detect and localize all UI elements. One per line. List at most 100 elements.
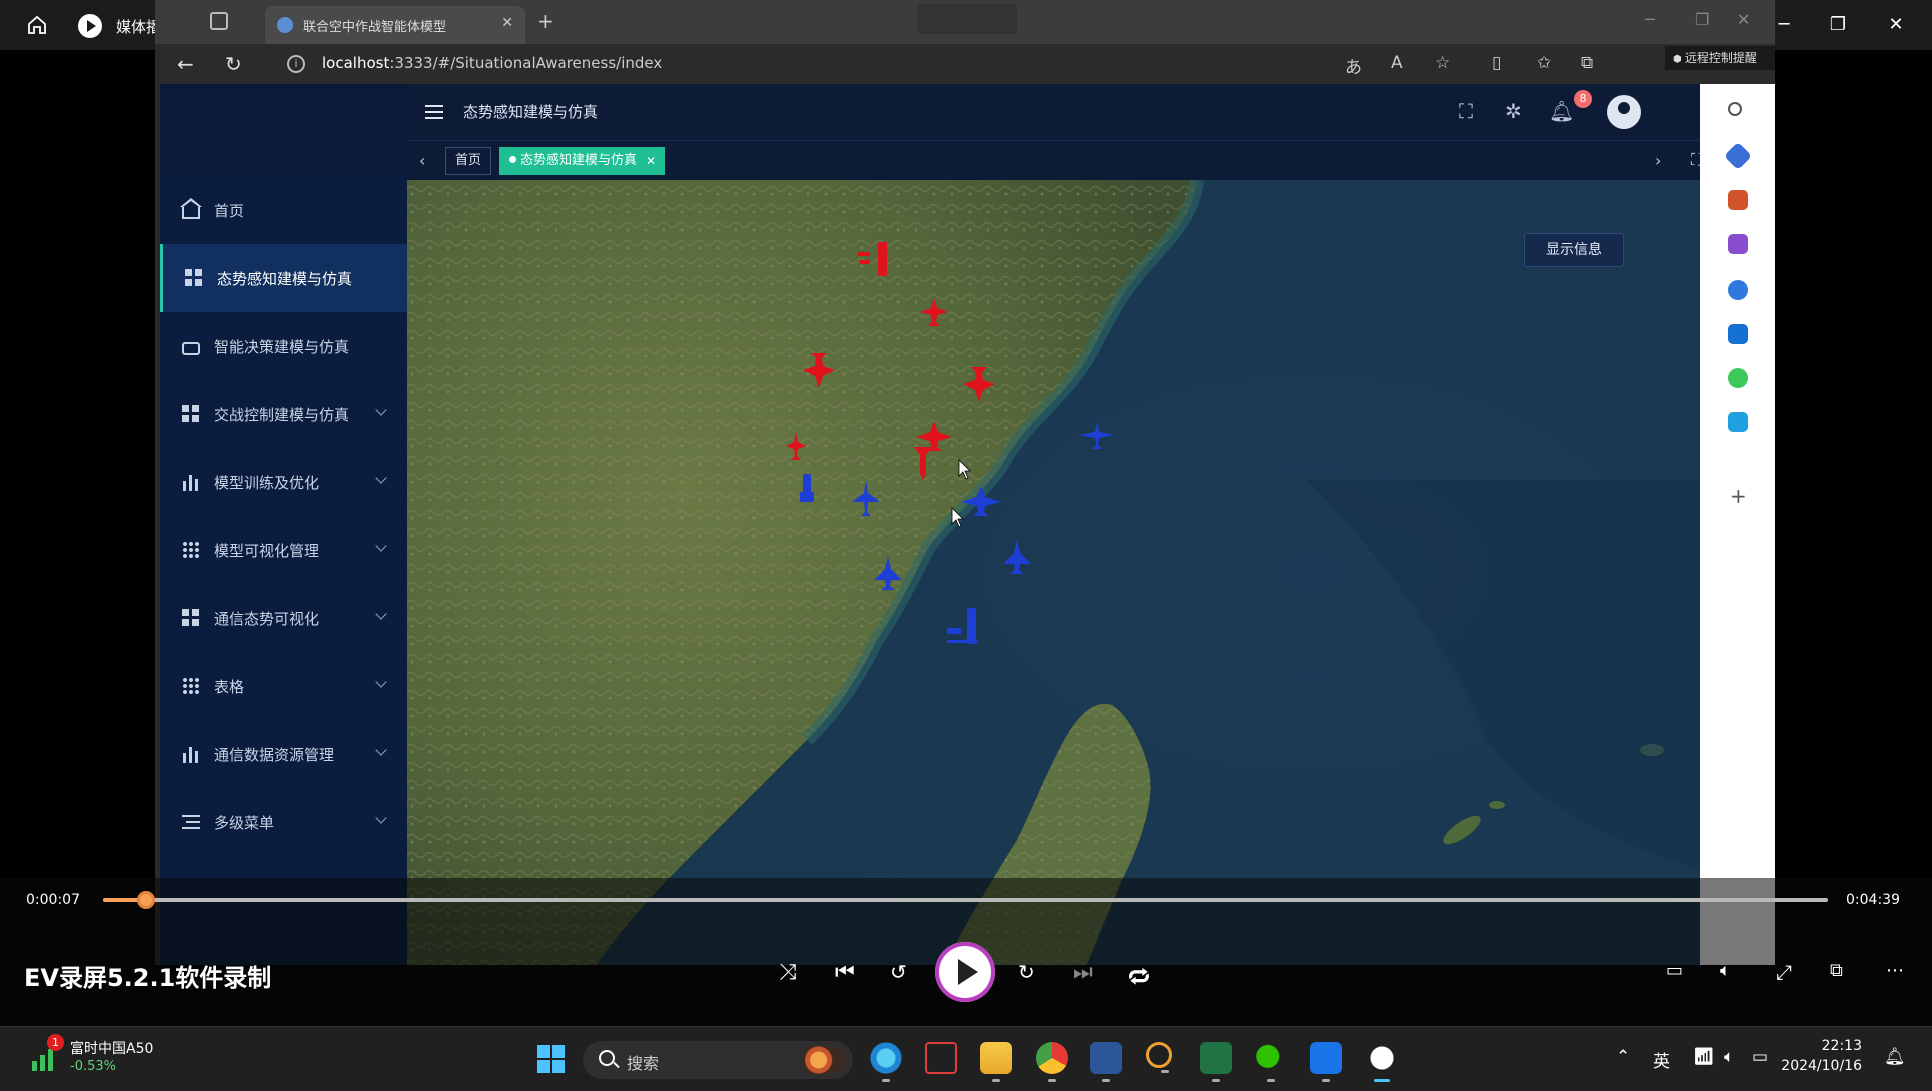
miniplayer-icon[interactable]: ⧉ xyxy=(1830,960,1843,981)
chevron-down-icon xyxy=(375,812,387,824)
translate-icon[interactable]: あ xyxy=(1345,53,1362,78)
notification-center-icon[interactable]: 🔔︎ xyxy=(1884,1047,1906,1067)
outlook-icon[interactable] xyxy=(1728,324,1748,344)
tags-scroll-right-icon[interactable]: › xyxy=(1655,151,1661,170)
tag-close-icon[interactable]: ✕ xyxy=(646,147,656,175)
favorite-star-icon[interactable]: ☆ xyxy=(1435,53,1450,73)
recording-toolbar[interactable] xyxy=(917,4,1017,34)
sidebar-item-label: 通信数据资源管理 xyxy=(214,745,335,764)
url-text[interactable]: localhost:3333/#/SituationalAwareness/in… xyxy=(322,54,662,72)
browser-minimize-icon[interactable]: ─ xyxy=(1645,10,1655,29)
chevron-up-icon[interactable]: ⌃ xyxy=(1616,1047,1630,1067)
shuffle-icon[interactable]: ⤨ xyxy=(779,960,797,985)
red-app-icon[interactable] xyxy=(925,1042,957,1074)
fullscreen-icon[interactable]: ⛶ xyxy=(1459,99,1473,123)
rewind-10-icon[interactable]: ↺ xyxy=(890,960,907,984)
tag-home[interactable]: 首页 xyxy=(445,147,491,175)
previous-icon[interactable]: ⏮ xyxy=(835,960,855,985)
taskbar-search-box[interactable]: 搜索 xyxy=(583,1041,853,1079)
next-icon[interactable]: ⏭ xyxy=(1073,960,1093,985)
file-explorer-icon[interactable] xyxy=(980,1042,1012,1082)
sidebar-item[interactable]: 多级菜单 xyxy=(160,788,407,856)
ime-indicator[interactable]: 英 xyxy=(1653,1047,1670,1072)
sidebar-item[interactable]: 通信态势可视化 xyxy=(160,584,407,652)
theme-icon[interactable]: ✲ xyxy=(1505,99,1522,123)
sidebar-item[interactable]: 模型可视化管理 xyxy=(160,516,407,584)
forward-30-icon[interactable]: ↻ xyxy=(1018,960,1035,984)
favorites-icon[interactable]: ✩ xyxy=(1537,53,1551,73)
clock-date[interactable]: 2024/10/16 xyxy=(1762,1058,1862,1074)
show-info-button[interactable]: 显示信息 xyxy=(1524,233,1624,267)
tab-actions-icon[interactable] xyxy=(210,12,228,30)
search-icon[interactable] xyxy=(1728,102,1742,116)
search-app-icon[interactable] xyxy=(1146,1042,1172,1073)
seek-bar-thumb[interactable] xyxy=(137,891,156,909)
small-grid-icon xyxy=(182,541,200,559)
browser-tab-bar: 联合空中作战智能体模型 ✕ + ─ ❐ ✕ xyxy=(155,0,1775,44)
clock-time[interactable]: 22:13 xyxy=(1796,1038,1862,1054)
user-avatar[interactable] xyxy=(1607,95,1641,129)
sidebar-item[interactable]: 交战控制建模与仿真 xyxy=(160,380,407,448)
chevron-down-icon xyxy=(375,608,387,620)
add-sidebar-app-icon[interactable]: + xyxy=(1730,484,1747,508)
player-controls: 0:00:07 0:04:39 EV录屏5.2.1软件录制 ⤨ ⏮ ↺ ↻ ⏭ … xyxy=(0,878,1932,1026)
collections-icon[interactable]: ⧉ xyxy=(1581,53,1593,73)
repeat-icon[interactable]: 🔁︎ xyxy=(1128,960,1150,992)
copilot-icon[interactable] xyxy=(1728,280,1748,300)
games-icon[interactable] xyxy=(1728,234,1748,254)
home-icon[interactable] xyxy=(26,14,48,36)
sidebar-item[interactable]: 表格 xyxy=(160,652,407,720)
play-button[interactable] xyxy=(935,942,995,1002)
site-info-icon[interactable]: i xyxy=(287,55,305,73)
seek-bar[interactable] xyxy=(103,891,1828,909)
sidebar-item-label: 交战控制建模与仿真 xyxy=(214,405,350,424)
word-icon[interactable] xyxy=(1090,1042,1122,1082)
split-screen-icon[interactable]: ▯ xyxy=(1492,53,1501,73)
start-button[interactable] xyxy=(537,1045,565,1073)
sidebar-item[interactable]: 首页 xyxy=(160,176,407,244)
back-icon[interactable]: ← xyxy=(177,52,194,76)
chrome-icon[interactable] xyxy=(1036,1042,1068,1082)
search-placeholder: 搜索 xyxy=(627,1054,660,1073)
sidebar-item[interactable]: 模型训练及优化 xyxy=(160,448,407,516)
tag-active[interactable]: 态势感知建模与仿真 ✕ xyxy=(499,147,666,175)
stock-name[interactable]: 富时中国A50 xyxy=(70,1038,153,1058)
notification-badge: 8 xyxy=(1574,90,1592,108)
tag-active-label: 态势感知建模与仿真 xyxy=(520,153,638,168)
media-player-taskbar-icon[interactable] xyxy=(1366,1042,1398,1082)
restore-button[interactable]: ❐ xyxy=(1818,10,1858,40)
wifi-icon[interactable]: 📶︎ xyxy=(1693,1047,1715,1067)
browser-tab[interactable]: 联合空中作战智能体模型 ✕ xyxy=(265,6,525,44)
fullscreen-toggle-icon[interactable]: ⤢ xyxy=(1776,960,1792,984)
chevron-down-icon xyxy=(375,744,387,756)
sidebar-item[interactable]: 智能决策建模与仿真 xyxy=(160,312,407,380)
read-aloud-icon[interactable]: A xyxy=(1391,53,1403,73)
menu-toggle-icon[interactable] xyxy=(425,105,443,119)
subtitles-icon[interactable]: ▭ xyxy=(1666,960,1683,981)
chart-app-icon[interactable] xyxy=(1310,1042,1342,1082)
situation-map[interactable]: 显示信息 xyxy=(407,180,1700,965)
speaker-icon[interactable]: 🔈︎ xyxy=(1724,1047,1734,1067)
sidebar-item[interactable]: 通信数据资源管理 xyxy=(160,720,407,788)
sidebar-item[interactable]: 态势感知建模与仿真 xyxy=(160,244,407,312)
tab-close-icon[interactable]: ✕ xyxy=(501,15,513,31)
edge-app-icon[interactable] xyxy=(870,1042,902,1082)
tags-fullscreen-icon[interactable]: ⛶ xyxy=(1691,150,1700,170)
browser-close-icon[interactable]: ✕ xyxy=(1737,10,1750,29)
bell-icon[interactable]: 🔔︎ xyxy=(1549,99,1574,123)
refresh-icon[interactable]: ↻ xyxy=(225,52,242,76)
more-options-icon[interactable]: ⋯ xyxy=(1886,960,1904,981)
wechat-icon[interactable] xyxy=(1255,1042,1287,1082)
sidebar-item-label: 模型训练及优化 xyxy=(214,473,320,492)
browser-restore-icon[interactable]: ❐ xyxy=(1695,10,1709,29)
new-tab-icon[interactable]: + xyxy=(537,9,554,33)
tag-icon[interactable] xyxy=(1723,141,1753,171)
excel-icon[interactable] xyxy=(1200,1042,1232,1082)
toolbox-icon[interactable] xyxy=(1728,190,1748,210)
close-button[interactable]: ✕ xyxy=(1876,10,1916,40)
volume-icon[interactable]: 🔈︎ xyxy=(1720,960,1731,981)
tags-scroll-left-icon[interactable]: ‹ xyxy=(419,151,425,170)
sidebar-logo-area xyxy=(160,84,407,176)
drop-icon[interactable] xyxy=(1728,368,1748,388)
send-icon[interactable] xyxy=(1728,412,1748,432)
